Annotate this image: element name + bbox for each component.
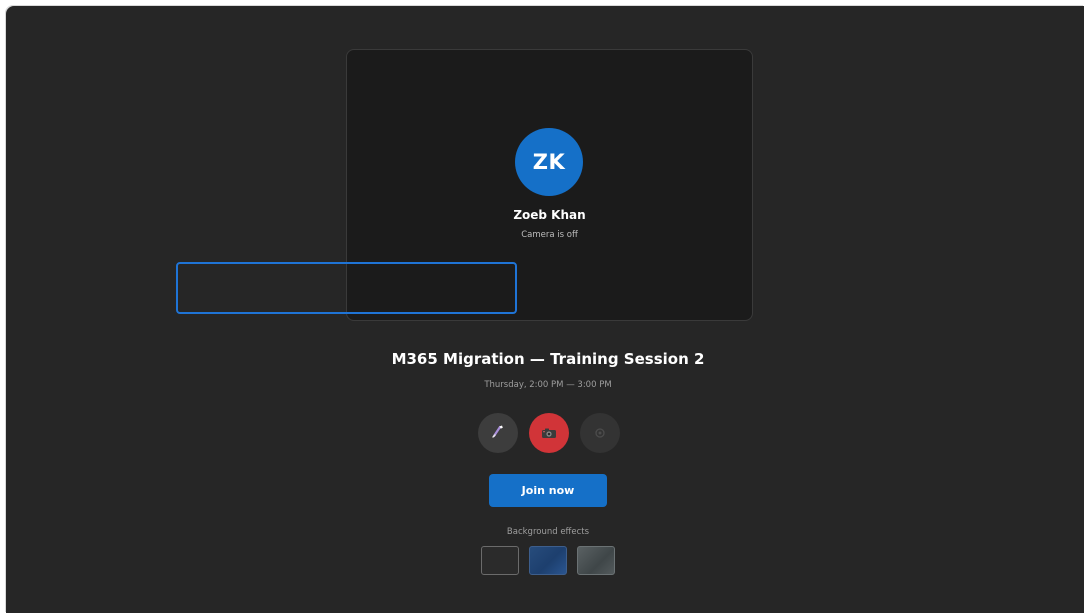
- user-name: Zoeb Khan: [513, 208, 586, 222]
- gear-icon: [594, 424, 606, 443]
- meeting-title: M365 Migration — Training Session 2: [391, 350, 705, 368]
- background-option-none[interactable]: [481, 546, 519, 575]
- mic-toggle-button[interactable]: [478, 413, 518, 453]
- background-effects-label: Background effects: [506, 527, 590, 537]
- settings-button[interactable]: [580, 413, 620, 453]
- camera-status: Camera is off: [521, 230, 578, 240]
- camera-toggle-button[interactable]: [529, 413, 569, 453]
- focus-highlight: [176, 262, 517, 314]
- join-now-button[interactable]: Join now: [489, 474, 607, 507]
- meeting-time: Thursday, 2:00 PM — 3:00 PM: [484, 380, 612, 390]
- camera-off-icon: [541, 424, 557, 443]
- avatar: ZK: [515, 128, 583, 196]
- background-option-slate[interactable]: [577, 546, 615, 575]
- background-option-blue[interactable]: [529, 546, 567, 575]
- microphone-icon: [490, 423, 506, 443]
- meeting-prejoin-window: ZK Zoeb Khan Camera is off M365 Migratio…: [6, 6, 1084, 613]
